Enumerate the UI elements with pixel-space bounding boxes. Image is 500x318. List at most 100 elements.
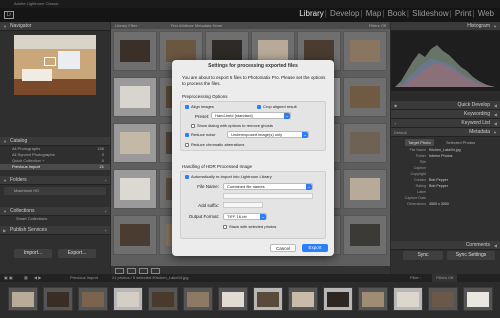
export-settings-dialog: Settings for processing exported files Y… <box>172 60 334 256</box>
metadata-preset[interactable]: Default <box>394 128 407 137</box>
catalog-item-previous-import[interactable]: Previous Import 21 <box>0 164 110 170</box>
cancel-button[interactable]: Cancel <box>270 244 296 252</box>
filmstrip-thumbnail[interactable] <box>358 287 388 311</box>
thumbnail-photo <box>166 40 196 62</box>
catalog-header[interactable]: ▼ Catalog <box>0 137 110 146</box>
module-slideshow[interactable]: Slideshow <box>412 9 448 18</box>
filmstrip-photo <box>222 292 244 307</box>
filmstrip-thumbnail[interactable] <box>463 287 493 311</box>
collapse-triangle-icon: ▼ <box>493 130 497 135</box>
module-library[interactable]: Library <box>299 9 323 18</box>
grid-thumbnail[interactable] <box>343 215 387 255</box>
collapse-triangle-icon: ◀ <box>493 243 497 248</box>
module-separator: | <box>449 9 452 18</box>
thumbnail-photo <box>350 132 380 154</box>
stack-checkbox[interactable]: Stack with selected photos <box>223 224 276 229</box>
comments-header[interactable]: Comments ◀ <box>391 241 500 250</box>
filmstrip-thumbnail[interactable] <box>323 287 353 311</box>
filmstrip-thumbnail[interactable] <box>218 287 248 311</box>
module-print[interactable]: Print <box>455 9 471 18</box>
filmstrip-thumbnail[interactable] <box>113 287 143 311</box>
catalog-item-label: Quick Collection + <box>12 158 45 163</box>
quick-develop-header[interactable]: ◆ Quick Develop ◀ <box>391 101 500 110</box>
output-format-select[interactable]: TIFF 16-bit ⌄ <box>223 213 267 220</box>
grid-thumbnail[interactable] <box>343 77 387 117</box>
module-web[interactable]: Web <box>478 9 494 18</box>
grid-thumbnail[interactable] <box>343 123 387 163</box>
navigator-header[interactable]: ▼ Navigator <box>0 22 110 31</box>
file-name-select[interactable]: Combined file names ⌄ <box>223 183 313 190</box>
grid-thumbnail[interactable] <box>113 169 157 209</box>
keyword-list-header[interactable]: + Keyword List ◀ <box>391 119 500 128</box>
metadata-header[interactable]: Default Metadata ▼ <box>391 128 500 137</box>
reduce-noise-checkbox[interactable]: Reduce noise <box>185 132 215 137</box>
histogram <box>391 31 500 91</box>
import-button[interactable]: Import... <box>14 249 52 258</box>
module-book[interactable]: Book <box>388 9 406 18</box>
right-panel: Histogram ▼ ◆ Quick Develop ◀ Keywording ◀ +… <box>391 22 500 274</box>
sync-settings-button[interactable]: Sync Settings <box>447 251 495 260</box>
filmstrip-source[interactable]: Previous Import <box>70 274 98 282</box>
preview-floor <box>14 79 96 95</box>
folders-header[interactable]: ▼ Folders + <box>0 176 110 185</box>
filmstrip-thumbnail[interactable] <box>253 287 283 311</box>
filmstrip-thumbnail[interactable] <box>428 287 458 311</box>
grid-thumbnail[interactable] <box>343 169 387 209</box>
reduce-ca-checkbox[interactable]: Reduce chromatic aberrations <box>185 142 244 147</box>
metadata-row[interactable]: Dimensions 4500 x 3000 <box>391 201 500 207</box>
add-icon[interactable]: + <box>105 226 107 235</box>
grid-thumbnail[interactable] <box>113 215 157 255</box>
navigator-preview[interactable] <box>14 35 96 95</box>
filmstrip-filter-select[interactable]: Filters Off <box>432 274 458 282</box>
folder-volume[interactable]: Macintosh HD <box>4 187 106 195</box>
second-window-icon[interactable]: ▣ ▣ <box>4 274 13 282</box>
library-filter-tabs[interactable]: Text Attribute Metadata None <box>171 23 223 28</box>
tab-target-photo[interactable]: Target Photo <box>405 139 434 146</box>
export-button-dialog[interactable]: Export <box>302 244 328 252</box>
align-images-checkbox[interactable]: Align images <box>185 104 214 109</box>
add-icon[interactable]: + <box>105 207 107 216</box>
dialog-title: Settings for processing exported files <box>208 63 298 69</box>
back-forward-icon[interactable]: ◀ ▶ <box>34 274 41 282</box>
grid-icon[interactable]: ▦ <box>24 274 28 282</box>
show-ghost-checkbox[interactable]: Show dialog with options to remove ghost… <box>191 123 273 128</box>
tab-selected-photos[interactable]: Selected Photos <box>443 139 478 146</box>
publish-services-header[interactable]: ▶ Publish Services + <box>0 226 110 235</box>
sync-button[interactable]: Sync <box>403 251 443 260</box>
filmstrip-thumbnail[interactable] <box>393 287 423 311</box>
export-button[interactable]: Export... <box>58 249 96 258</box>
module-develop[interactable]: Develop <box>330 9 359 18</box>
grid-thumbnail[interactable] <box>113 123 157 163</box>
reimport-label: Automatically re-import into Lightroom L… <box>191 174 272 179</box>
thumbnail-photo <box>120 40 150 62</box>
collections-header[interactable]: ▼ Collections + <box>0 207 110 216</box>
preset-dropdown-icon[interactable]: ◆ <box>394 101 397 110</box>
thumbnail-photo <box>120 86 150 108</box>
histogram-header[interactable]: Histogram ▼ <box>391 22 500 31</box>
suffix-input[interactable] <box>223 202 263 208</box>
filmstrip-thumbnail[interactable] <box>43 287 73 311</box>
filmstrip-thumbnail[interactable] <box>8 287 38 311</box>
noise-select[interactable]: Underexposed image(s) only ⌄ <box>227 131 309 138</box>
collapse-triangle-icon: ▼ <box>3 209 7 214</box>
grid-thumbnail[interactable] <box>113 77 157 117</box>
filmstrip-thumbnail[interactable] <box>148 287 178 311</box>
folders-title: Folders <box>10 177 27 183</box>
add-icon[interactable]: + <box>105 176 107 185</box>
grid-thumbnail[interactable] <box>113 31 157 71</box>
module-map[interactable]: Map <box>366 9 382 18</box>
filmstrip-thumbnail[interactable] <box>78 287 108 311</box>
file-name-preview <box>223 193 313 199</box>
reimport-checkbox[interactable]: Automatically re-import into Lightroom L… <box>185 174 272 179</box>
preset-select[interactable]: Hand-held (standard) ⌄ <box>211 112 291 119</box>
add-icon[interactable]: + <box>394 119 396 128</box>
checkbox-checked <box>185 104 189 109</box>
module-separator: | <box>382 9 385 18</box>
collection-item[interactable]: Smart Collections <box>0 216 110 222</box>
filmstrip-thumbnail[interactable] <box>288 287 318 311</box>
filmstrip-thumbnail[interactable] <box>183 287 213 311</box>
keywording-header[interactable]: Keywording ◀ <box>391 110 500 119</box>
filters-off-select[interactable]: Filters Off <box>369 22 386 29</box>
grid-thumbnail[interactable] <box>343 31 387 71</box>
crop-aligned-checkbox[interactable]: Crop aligned result <box>257 104 297 109</box>
